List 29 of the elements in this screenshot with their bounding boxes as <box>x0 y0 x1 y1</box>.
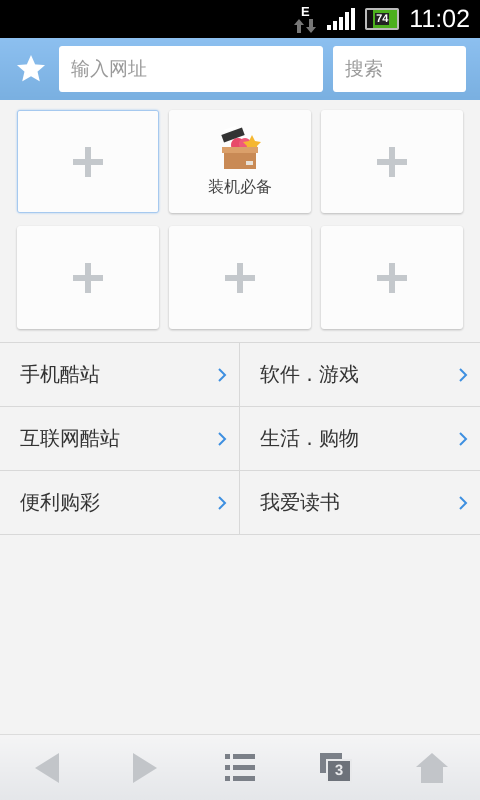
category-link[interactable]: 便利购彩 <box>0 471 240 535</box>
data-arrows-icon <box>294 19 316 33</box>
chevron-right-icon <box>458 494 468 510</box>
chevron-right-icon <box>217 366 227 382</box>
speed-dial-tile[interactable] <box>321 226 463 329</box>
network-type: E <box>300 5 310 19</box>
plus-icon <box>73 146 103 176</box>
category-link[interactable]: 手机酷站 <box>0 343 240 407</box>
plus-icon <box>377 146 407 176</box>
speed-dial-tile[interactable] <box>321 110 463 213</box>
clock: 11:02 <box>409 4 470 34</box>
speed-dial-tile[interactable] <box>17 110 159 213</box>
chevron-right-icon <box>458 430 468 446</box>
category-link[interactable]: 互联网酷站 <box>0 407 240 471</box>
plus-icon <box>225 262 255 292</box>
signal-icon <box>327 8 356 30</box>
speed-dial-tile[interactable] <box>169 226 311 329</box>
plus-icon <box>377 262 407 292</box>
speed-dial-tile[interactable] <box>17 226 159 329</box>
chevron-right-icon <box>458 366 468 382</box>
menu-icon[interactable] <box>225 754 255 782</box>
tile-label: 装机必备 <box>208 177 272 198</box>
chevron-right-icon <box>217 494 227 510</box>
plus-icon <box>73 262 103 292</box>
speed-dial-tile[interactable]: 装机必备 <box>169 110 311 213</box>
search-field[interactable]: 搜索 <box>333 46 466 92</box>
chevron-right-icon <box>217 430 227 446</box>
url-field[interactable]: 输入网址 <box>59 46 323 92</box>
battery-percent: 74 <box>375 13 390 25</box>
